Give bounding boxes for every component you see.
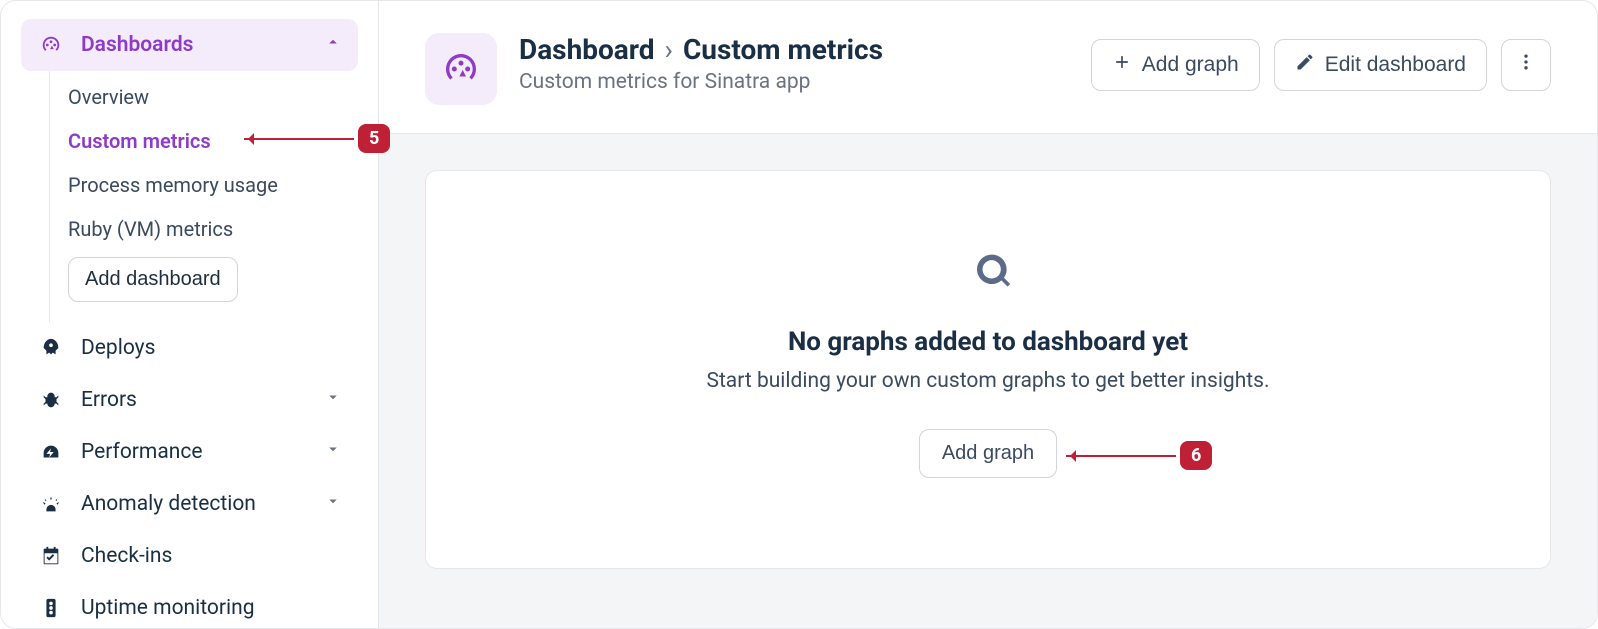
chevron-down-icon bbox=[324, 440, 342, 464]
button-label: Edit dashboard bbox=[1325, 53, 1466, 77]
search-icon bbox=[466, 251, 1510, 299]
bug-icon bbox=[37, 389, 65, 411]
sidebar-item-label: Performance bbox=[81, 440, 202, 464]
empty-state-subtitle: Start building your own custom graphs to… bbox=[466, 369, 1510, 393]
sidebar-subitem-ruby-vm[interactable]: Ruby (VM) metrics bbox=[50, 207, 358, 251]
sidebar-item-label: Anomaly detection bbox=[81, 492, 256, 516]
add-dashboard-button[interactable]: Add dashboard bbox=[68, 257, 238, 302]
rocket-icon bbox=[37, 337, 65, 359]
more-menu-button[interactable] bbox=[1501, 39, 1551, 91]
chevron-down-icon bbox=[324, 388, 342, 412]
plus-icon bbox=[1112, 52, 1132, 78]
empty-state-card: No graphs added to dashboard yet Start b… bbox=[425, 170, 1551, 569]
sidebar-section-dashboards[interactable]: Dashboards bbox=[21, 19, 358, 71]
sidebar-item-errors[interactable]: Errors bbox=[21, 374, 358, 426]
sidebar-section-label: Dashboards bbox=[81, 33, 193, 57]
sidebar-item-check-ins[interactable]: Check-ins bbox=[21, 530, 358, 582]
chevron-down-icon bbox=[324, 492, 342, 516]
breadcrumb: Dashboard › Custom metrics bbox=[519, 33, 1069, 66]
chevron-right-icon: › bbox=[665, 33, 673, 66]
page-subtitle: Custom metrics for Sinatra app bbox=[519, 70, 1069, 94]
calendar-check-icon bbox=[37, 545, 65, 567]
sidebar-item-uptime-monitoring[interactable]: Uptime monitoring bbox=[21, 582, 358, 629]
sidebar-item-performance[interactable]: Performance bbox=[21, 426, 358, 478]
edit-dashboard-button[interactable]: Edit dashboard bbox=[1274, 39, 1487, 91]
sidebar-item-label: Uptime monitoring bbox=[81, 596, 255, 620]
sidebar-item-anomaly-detection[interactable]: Anomaly detection bbox=[21, 478, 358, 530]
sidebar-item-deploys[interactable]: Deploys bbox=[21, 322, 358, 374]
sidebar-subitem-overview[interactable]: Overview bbox=[50, 75, 358, 119]
sidebar-subitem-process-memory[interactable]: Process memory usage bbox=[50, 163, 358, 207]
breadcrumb-current: Custom metrics bbox=[683, 33, 883, 66]
empty-state-title: No graphs added to dashboard yet bbox=[466, 327, 1510, 357]
sidebar-item-label: Check-ins bbox=[81, 544, 172, 568]
gauge-icon bbox=[37, 441, 65, 463]
dashboard-icon bbox=[37, 34, 65, 56]
chevron-up-icon bbox=[324, 33, 342, 57]
add-graph-button[interactable]: Add graph bbox=[1091, 39, 1260, 91]
dashboard-icon bbox=[425, 33, 497, 105]
sidebar-item-label: Deploys bbox=[81, 336, 155, 360]
breadcrumb-root[interactable]: Dashboard bbox=[519, 33, 655, 66]
button-label: Add graph bbox=[1142, 53, 1239, 77]
more-vertical-icon bbox=[1516, 52, 1536, 78]
dashboards-submenu: Overview Custom metrics Process memory u… bbox=[49, 71, 358, 322]
traffic-light-icon bbox=[37, 597, 65, 619]
edit-icon bbox=[1295, 52, 1315, 78]
add-graph-button[interactable]: Add graph bbox=[919, 429, 1057, 478]
sidebar-item-label: Errors bbox=[81, 388, 137, 412]
siren-icon bbox=[37, 493, 65, 515]
sidebar-subitem-custom-metrics[interactable]: Custom metrics bbox=[50, 119, 358, 163]
